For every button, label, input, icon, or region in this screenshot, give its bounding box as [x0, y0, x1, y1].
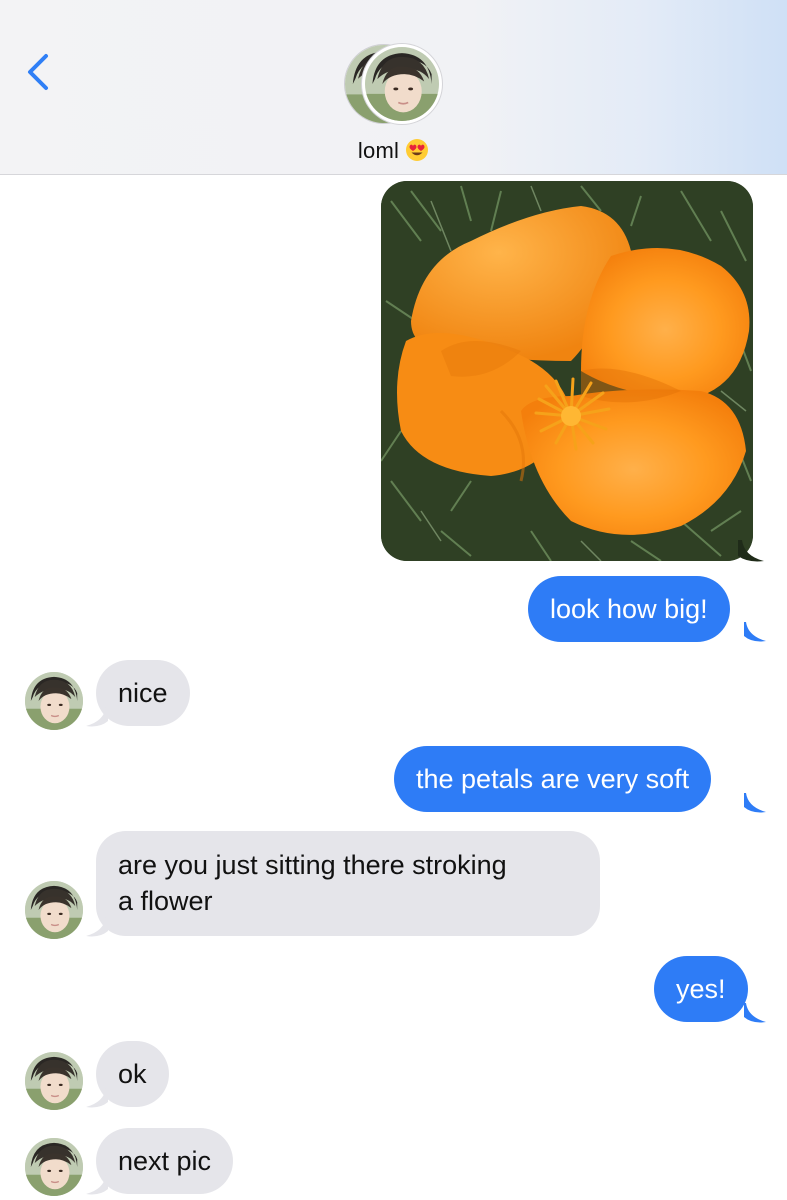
contact-avatar[interactable]: [344, 44, 444, 126]
incoming-bubble-tail: [86, 917, 108, 937]
incoming-bubble-tail: [86, 1175, 108, 1195]
message-text-line-1: are you just sitting there stroking: [118, 850, 507, 880]
incoming-message-bubble[interactable]: next pic: [96, 1128, 234, 1194]
outgoing-message-bubble[interactable]: look how big!: [528, 576, 730, 642]
sender-avatar[interactable]: [25, 1138, 83, 1196]
sender-avatar[interactable]: [25, 1052, 83, 1110]
message-text: next pic: [118, 1146, 212, 1176]
conversation-header: loml: [0, 0, 787, 175]
outgoing-bubble-tail: [744, 622, 766, 642]
incoming-bubble-tail: [86, 1088, 108, 1108]
message-text: the petals are very soft: [416, 764, 690, 794]
message-text: look how big!: [550, 594, 708, 624]
back-chevron-icon[interactable]: [18, 48, 58, 94]
contact-name-row[interactable]: loml: [0, 138, 787, 164]
outgoing-bubble-tail: [744, 1003, 766, 1023]
heart-eyes-emoji-icon: [405, 138, 429, 162]
message-text: ok: [118, 1059, 147, 1089]
avatar-front: [362, 44, 442, 124]
outgoing-message-bubble[interactable]: the petals are very soft: [394, 746, 712, 812]
photo-bubble-tail: [738, 540, 764, 562]
photo-message-orange-poppy[interactable]: [381, 181, 753, 561]
incoming-message-bubble[interactable]: nice: [96, 660, 190, 726]
incoming-message-bubble[interactable]: are you just sitting there stroking a fl…: [96, 831, 600, 936]
poppy-photo: [381, 181, 753, 561]
sender-avatar[interactable]: [25, 672, 83, 730]
incoming-bubble-tail: [86, 707, 108, 727]
message-text: nice: [118, 678, 168, 708]
outgoing-message-bubble[interactable]: yes!: [654, 956, 748, 1022]
outgoing-bubble-tail: [744, 793, 766, 813]
sender-avatar[interactable]: [25, 881, 83, 939]
contact-name: loml: [357, 138, 400, 163]
message-text: yes!: [676, 974, 726, 1004]
message-text-line-2: a flower: [118, 886, 213, 916]
